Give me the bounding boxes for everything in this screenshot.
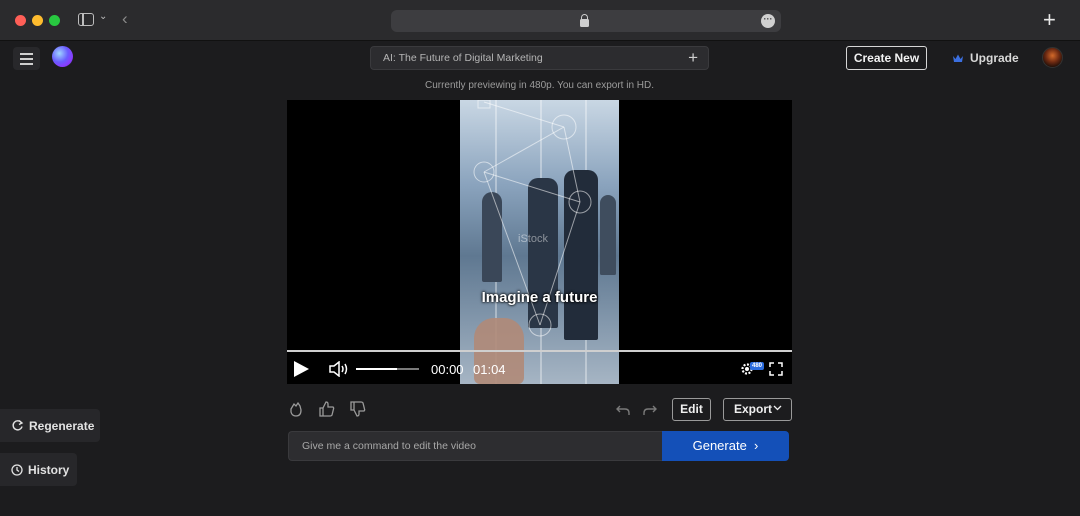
current-time: 00:00 — [431, 362, 464, 377]
generate-button[interactable]: Generate › — [662, 431, 789, 461]
address-bar[interactable]: ··· — [391, 10, 781, 32]
fullscreen-icon[interactable] — [769, 362, 783, 376]
chevron-down-icon[interactable]: ⌄ — [99, 11, 107, 22]
close-window-icon[interactable] — [15, 15, 26, 26]
add-icon[interactable]: + — [688, 48, 698, 68]
chevron-down-icon — [773, 405, 782, 411]
back-arrow-icon[interactable]: ‹ — [122, 9, 128, 29]
watermark: iStock — [518, 233, 548, 245]
browser-toolbar: ⌄ ‹ ··· + — [0, 0, 1080, 41]
regenerate-button[interactable]: Regenerate — [0, 409, 100, 442]
video-progress-bar[interactable] — [287, 350, 792, 352]
undo-icon[interactable] — [615, 402, 631, 418]
generate-label: Generate — [692, 438, 747, 453]
command-input[interactable] — [288, 431, 663, 461]
lock-icon — [580, 14, 589, 27]
clock-icon — [11, 463, 23, 476]
avatar[interactable] — [1042, 47, 1063, 68]
quality-badge: 480 — [750, 362, 765, 370]
thumbs-up-icon[interactable] — [318, 400, 336, 418]
export-label: Export — [734, 402, 773, 416]
new-tab-icon[interactable]: + — [1043, 7, 1056, 33]
video-player[interactable]: iStock — [287, 100, 792, 384]
thumbs-down-icon[interactable] — [349, 400, 367, 418]
zoom-window-icon[interactable] — [49, 15, 60, 26]
clap-icon[interactable] — [287, 400, 305, 418]
duration: 01:04 — [473, 362, 506, 377]
upgrade-label: Upgrade — [970, 51, 1019, 65]
history-button[interactable]: History — [0, 453, 77, 486]
crown-icon — [953, 54, 963, 62]
app-logo[interactable] — [52, 46, 73, 67]
create-new-button[interactable]: Create New — [846, 46, 927, 70]
refresh-icon — [12, 419, 24, 431]
video-frame: iStock — [460, 100, 619, 384]
volume-level — [356, 368, 397, 370]
play-icon[interactable] — [294, 361, 309, 377]
sidebar-toggle-icon[interactable] — [78, 13, 94, 26]
upgrade-button[interactable]: Upgrade — [952, 50, 1019, 66]
chevron-right-icon: › — [750, 438, 759, 453]
project-title: AI: The Future of Digital Marketing — [383, 52, 543, 64]
volume-slider[interactable] — [356, 368, 419, 370]
edit-button[interactable]: Edit — [672, 398, 711, 421]
menu-icon[interactable] — [13, 47, 40, 70]
volume-icon[interactable] — [329, 361, 349, 377]
preview-note: Currently previewing in 480p. You can ex… — [424, 80, 655, 91]
history-label: History — [28, 462, 70, 477]
project-title-field[interactable]: AI: The Future of Digital Marketing + — [370, 46, 709, 70]
redo-icon[interactable] — [642, 402, 658, 418]
more-options-icon[interactable]: ··· — [761, 14, 775, 28]
video-caption: Imagine a future — [481, 289, 598, 306]
minimize-window-icon[interactable] — [32, 15, 43, 26]
regenerate-label: Regenerate — [29, 418, 95, 433]
export-button[interactable]: Export — [723, 398, 792, 421]
